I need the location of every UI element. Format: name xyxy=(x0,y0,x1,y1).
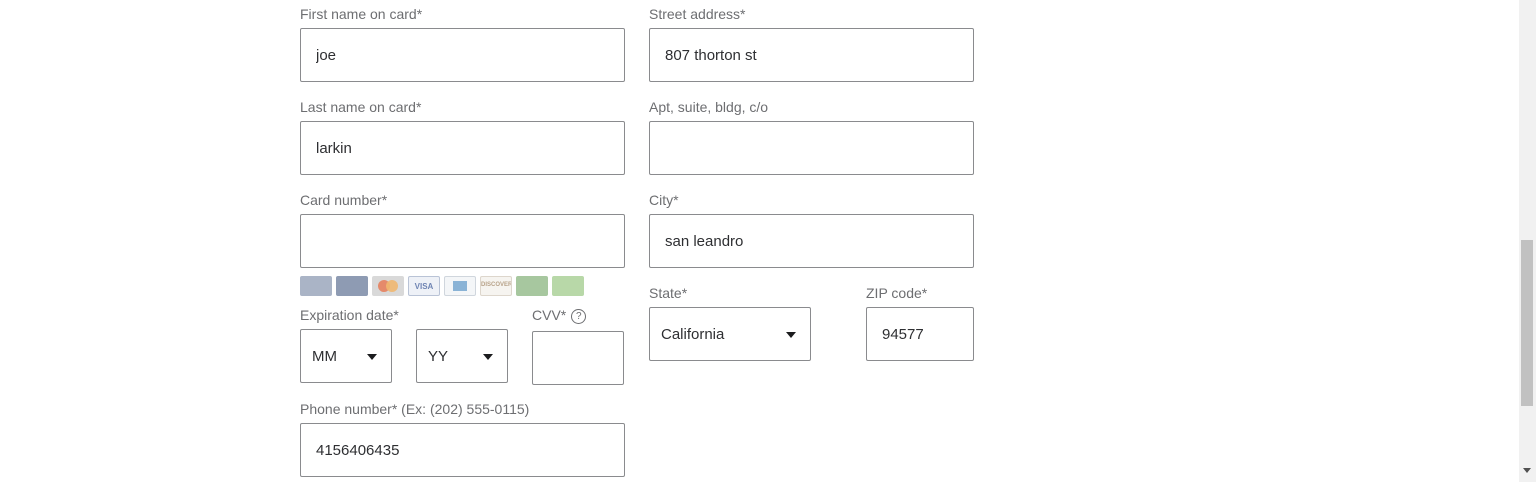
chevron-down-icon xyxy=(367,354,377,360)
expiration-label: Expiration date* xyxy=(300,307,399,323)
street-input[interactable] xyxy=(649,28,974,82)
expiration-month-select[interactable]: MM xyxy=(300,329,392,383)
mastercard-icon xyxy=(372,276,404,296)
first-name-input[interactable] xyxy=(300,28,625,82)
state-label: State* xyxy=(649,285,688,301)
expiration-month-value: MM xyxy=(312,347,337,365)
apt-label: Apt, suite, bldg, c/o xyxy=(649,99,769,115)
cvv-label-row: CVV*? xyxy=(532,307,587,324)
expiration-year-value: YY xyxy=(428,347,449,365)
phone-input[interactable] xyxy=(300,423,625,477)
street-label: Street address* xyxy=(649,6,746,22)
state-select[interactable]: California xyxy=(649,307,811,361)
help-icon[interactable]: ? xyxy=(571,308,587,324)
city-input[interactable] xyxy=(649,214,974,268)
apt-input[interactable] xyxy=(649,121,974,175)
first-name-label: First name on card* xyxy=(300,6,423,22)
scrollbar-thumb[interactable] xyxy=(1521,240,1533,406)
capital-one-card-icon xyxy=(336,276,368,296)
phone-label: Phone number* (Ex: (202) 555-0115) xyxy=(300,401,530,417)
state-value: California xyxy=(661,325,725,343)
last-name-input[interactable] xyxy=(300,121,625,175)
cvv-input[interactable] xyxy=(532,331,624,385)
card-number-label: Card number* xyxy=(300,192,388,208)
card-8-icon xyxy=(552,276,584,296)
expiration-year-select[interactable]: YY xyxy=(416,329,508,383)
chevron-down-icon xyxy=(786,332,796,338)
zip-input[interactable] xyxy=(866,307,974,361)
zip-label: ZIP code* xyxy=(866,285,928,301)
city-label: City* xyxy=(649,192,679,208)
walmart-card-icon xyxy=(300,276,332,296)
accepted-cards: VISA DISCOVER xyxy=(300,276,584,296)
scroll-down-arrow-icon[interactable] xyxy=(1523,468,1531,473)
discover-icon: DISCOVER xyxy=(480,276,512,296)
visa-icon: VISA xyxy=(408,276,440,296)
amex-icon xyxy=(444,276,476,296)
last-name-label: Last name on card* xyxy=(300,99,422,115)
card-7-icon xyxy=(516,276,548,296)
card-number-input[interactable] xyxy=(300,214,625,268)
cvv-label: CVV* xyxy=(532,307,567,323)
chevron-down-icon xyxy=(483,354,493,360)
